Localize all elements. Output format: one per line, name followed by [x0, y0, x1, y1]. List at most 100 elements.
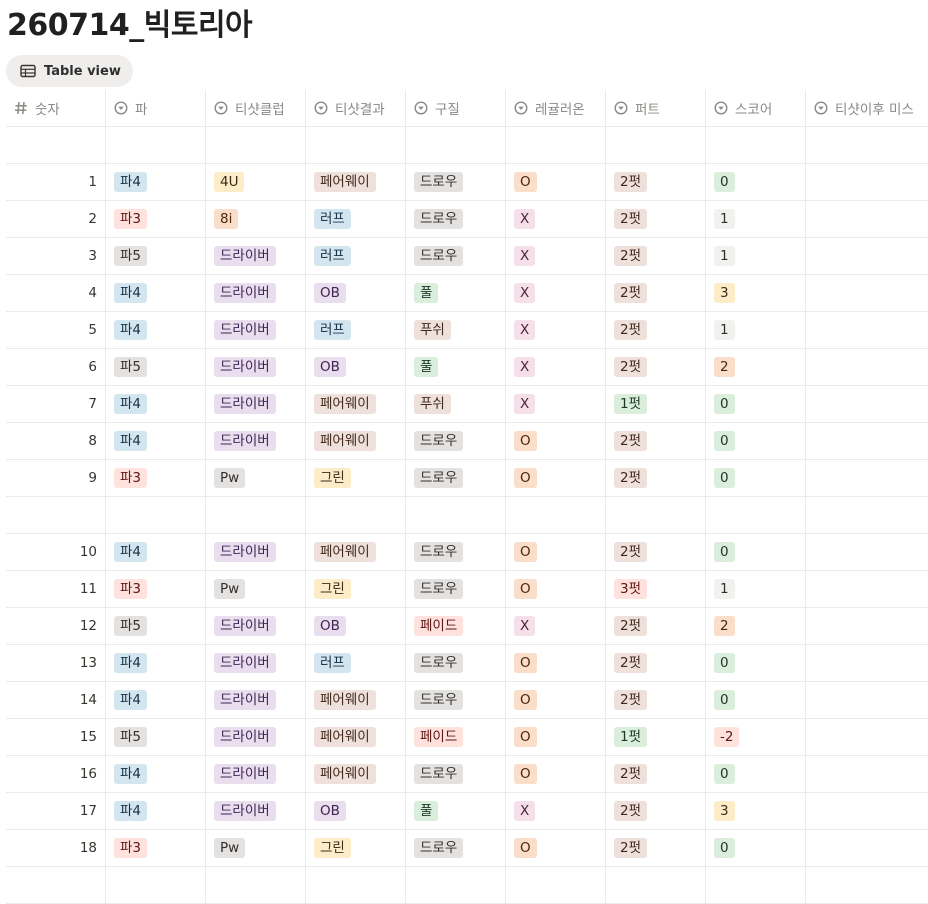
cell-tee-result[interactable]: 페어웨이 [306, 534, 406, 570]
cell-regulation-on[interactable]: O [506, 423, 606, 459]
cell-post-tee-miss[interactable] [806, 645, 928, 681]
cell-par[interactable]: 파4 [106, 534, 206, 570]
cell-regulation-on[interactable]: O [506, 830, 606, 866]
cell-tee-club[interactable] [206, 127, 306, 163]
cell-score[interactable]: 1 [706, 238, 806, 274]
table-row[interactable]: 5 파4 드라이버 러프 푸쉬 X 2펏 1 [6, 312, 928, 349]
cell-number[interactable]: 12 [6, 608, 106, 644]
table-row[interactable]: 15 파5 드라이버 페어웨이 페이드 O 1펏 -2 [6, 719, 928, 756]
column-header-putt[interactable]: 퍼트 [606, 90, 706, 126]
cell-ball-flight[interactable]: 드로우 [406, 830, 506, 866]
cell-putt[interactable]: 2펏 [606, 275, 706, 311]
cell-number[interactable]: 4 [6, 275, 106, 311]
cell-ball-flight[interactable]: 페이드 [406, 608, 506, 644]
cell-par[interactable] [106, 127, 206, 163]
cell-regulation-on[interactable]: X [506, 608, 606, 644]
cell-par[interactable]: 파4 [106, 645, 206, 681]
cell-tee-club[interactable]: Pw [206, 830, 306, 866]
column-header-score[interactable]: 스코어 [706, 90, 806, 126]
cell-number[interactable]: 17 [6, 793, 106, 829]
table-row[interactable]: 8 파4 드라이버 페어웨이 드로우 O 2펏 0 [6, 423, 928, 460]
cell-score[interactable]: 1 [706, 571, 806, 607]
cell-score[interactable]: 0 [706, 460, 806, 496]
cell-putt[interactable] [606, 497, 706, 533]
cell-number[interactable]: 9 [6, 460, 106, 496]
cell-tee-club[interactable]: Pw [206, 571, 306, 607]
cell-number[interactable]: 10 [6, 534, 106, 570]
cell-ball-flight[interactable]: 풀 [406, 275, 506, 311]
cell-par[interactable]: 파3 [106, 460, 206, 496]
column-header-number[interactable]: 숫자 [6, 90, 106, 126]
cell-par[interactable]: 파4 [106, 312, 206, 348]
cell-post-tee-miss[interactable] [806, 830, 928, 866]
cell-tee-club[interactable]: Pw [206, 460, 306, 496]
table-row[interactable]: 10 파4 드라이버 페어웨이 드로우 O 2펏 0 [6, 534, 928, 571]
cell-ball-flight[interactable]: 드로우 [406, 238, 506, 274]
cell-par[interactable]: 파5 [106, 349, 206, 385]
cell-post-tee-miss[interactable] [806, 238, 928, 274]
cell-ball-flight[interactable]: 드로우 [406, 164, 506, 200]
cell-par[interactable]: 파4 [106, 793, 206, 829]
cell-regulation-on[interactable]: X [506, 312, 606, 348]
cell-ball-flight[interactable]: 드로우 [406, 423, 506, 459]
table-row[interactable]: 12 파5 드라이버 OB 페이드 X 2펏 2 [6, 608, 928, 645]
cell-par[interactable]: 파3 [106, 830, 206, 866]
cell-par[interactable] [106, 497, 206, 533]
cell-tee-club[interactable] [206, 497, 306, 533]
column-header-tee-club[interactable]: 티샷클럽 [206, 90, 306, 126]
cell-ball-flight[interactable]: 드로우 [406, 756, 506, 792]
cell-ball-flight[interactable]: 풀 [406, 349, 506, 385]
cell-regulation-on[interactable]: O [506, 756, 606, 792]
cell-score[interactable]: 0 [706, 534, 806, 570]
cell-post-tee-miss[interactable] [806, 719, 928, 755]
cell-post-tee-miss[interactable] [806, 386, 928, 422]
cell-tee-club[interactable]: 드라이버 [206, 645, 306, 681]
cell-par[interactable]: 파4 [106, 423, 206, 459]
cell-par[interactable]: 파4 [106, 682, 206, 718]
cell-ball-flight[interactable]: 드로우 [406, 571, 506, 607]
cell-tee-club[interactable]: 드라이버 [206, 608, 306, 644]
cell-number[interactable]: 11 [6, 571, 106, 607]
cell-post-tee-miss[interactable] [806, 460, 928, 496]
cell-tee-result[interactable]: 페어웨이 [306, 386, 406, 422]
cell-number[interactable] [6, 497, 106, 533]
cell-score[interactable]: 0 [706, 830, 806, 866]
cell-tee-club[interactable]: 드라이버 [206, 349, 306, 385]
cell-ball-flight[interactable] [406, 497, 506, 533]
cell-tee-club[interactable]: 드라이버 [206, 682, 306, 718]
cell-tee-result[interactable] [306, 867, 406, 903]
cell-putt[interactable]: 2펏 [606, 201, 706, 237]
cell-regulation-on[interactable]: O [506, 164, 606, 200]
cell-ball-flight[interactable]: 드로우 [406, 682, 506, 718]
cell-number[interactable] [6, 127, 106, 163]
cell-post-tee-miss[interactable] [806, 275, 928, 311]
cell-score[interactable]: 1 [706, 312, 806, 348]
column-header-post-tee-miss[interactable]: 티샷이후 미스 [806, 90, 928, 126]
cell-post-tee-miss[interactable] [806, 793, 928, 829]
cell-putt[interactable]: 2펏 [606, 645, 706, 681]
cell-regulation-on[interactable]: X [506, 238, 606, 274]
cell-post-tee-miss[interactable] [806, 312, 928, 348]
cell-tee-club[interactable]: 드라이버 [206, 386, 306, 422]
table-row[interactable] [6, 127, 928, 164]
cell-score[interactable]: 0 [706, 645, 806, 681]
cell-tee-club[interactable]: 드라이버 [206, 275, 306, 311]
cell-par[interactable]: 파4 [106, 386, 206, 422]
cell-score[interactable] [706, 127, 806, 163]
cell-score[interactable]: 0 [706, 386, 806, 422]
table-row[interactable]: 17 파4 드라이버 OB 풀 X 2펏 3 [6, 793, 928, 830]
cell-tee-result[interactable]: 그린 [306, 460, 406, 496]
cell-post-tee-miss[interactable] [806, 497, 928, 533]
cell-post-tee-miss[interactable] [806, 571, 928, 607]
cell-par[interactable]: 파5 [106, 238, 206, 274]
cell-tee-club[interactable]: 드라이버 [206, 719, 306, 755]
cell-putt[interactable]: 2펏 [606, 608, 706, 644]
cell-regulation-on[interactable] [506, 867, 606, 903]
cell-par[interactable]: 파4 [106, 275, 206, 311]
cell-putt[interactable]: 2펏 [606, 349, 706, 385]
cell-regulation-on[interactable]: O [506, 534, 606, 570]
cell-putt[interactable]: 2펏 [606, 312, 706, 348]
table-row[interactable]: 13 파4 드라이버 러프 드로우 O 2펏 0 [6, 645, 928, 682]
cell-tee-result[interactable]: 페어웨이 [306, 423, 406, 459]
cell-par[interactable]: 파5 [106, 719, 206, 755]
